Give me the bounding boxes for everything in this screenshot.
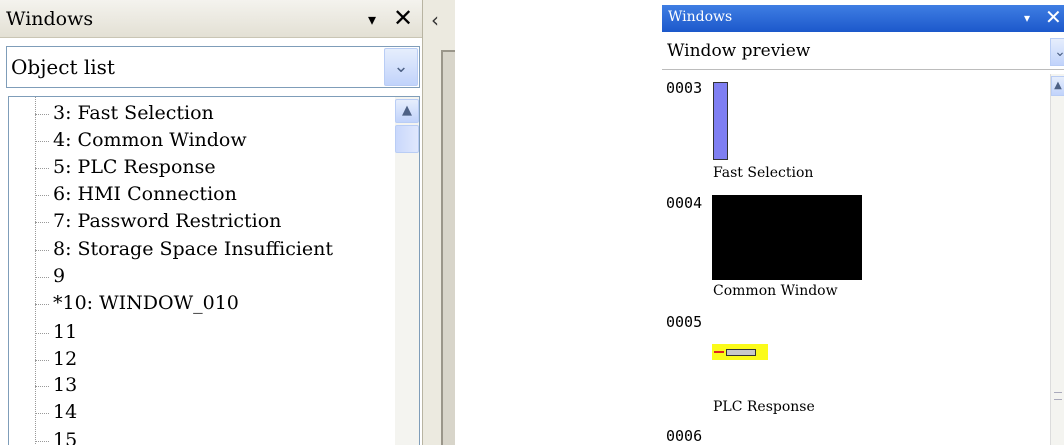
pin-icon[interactable]: ▾	[368, 10, 376, 29]
tree-connector	[35, 140, 49, 142]
pin-icon[interactable]: ▾	[1024, 11, 1030, 25]
preview-number: 0006	[666, 427, 703, 445]
preview-thumbnail[interactable]	[712, 195, 862, 280]
tree-connector	[35, 359, 49, 361]
tree-item-label: 4: Common Window	[53, 129, 247, 151]
tree-item-label: 7: Password Restriction	[53, 210, 282, 232]
tree-connector	[35, 276, 49, 278]
preview-label: PLC Response	[713, 399, 815, 415]
preview-thumbnail[interactable]	[713, 82, 728, 160]
tree-item-label: 5: PLC Response	[53, 156, 216, 178]
editor-edge: ‹	[422, 0, 455, 445]
tree-item-label: 6: HMI Connection	[53, 183, 237, 205]
view-mode-dropdown[interactable]: Object list ⌄	[6, 46, 420, 88]
close-icon[interactable]: ✕	[393, 4, 413, 32]
tree-connector	[35, 221, 49, 223]
tree-item-label: 14	[53, 401, 78, 423]
tree-item[interactable]: 4: Common Window	[35, 128, 247, 152]
scroll-up-icon[interactable]: ▲	[395, 99, 419, 123]
preview-number: 0005	[666, 313, 703, 331]
preview-label: Common Window	[713, 283, 838, 299]
vertical-scrollbar[interactable]: ▲	[395, 97, 419, 445]
tree-connector	[35, 440, 49, 442]
tree-item[interactable]: 8: Storage Space Insufficient	[35, 237, 333, 261]
preview-thumbnail[interactable]	[712, 344, 768, 360]
tree-item[interactable]: 15	[35, 428, 77, 445]
dropdown-value: Object list	[11, 55, 115, 79]
chevron-left-icon[interactable]: ‹	[431, 8, 439, 32]
view-mode-dropdown[interactable]: Window preview ⌄	[662, 34, 1064, 70]
preview-number: 0004	[666, 194, 703, 212]
preview-number: 0003	[666, 79, 703, 97]
panel-title-bar: Windows ▾ ✕	[662, 5, 1064, 32]
tree-item-label: 12	[53, 348, 78, 370]
tree-connector	[35, 113, 49, 115]
tree-item[interactable]: 13	[35, 373, 77, 397]
panel-title: Windows	[6, 8, 94, 30]
tree-connector	[35, 385, 49, 387]
window-preview-panel: Windows ▾ ✕ Window preview ⌄ 0003 Fast S…	[662, 0, 1064, 445]
chevron-down-icon[interactable]: ⌄	[384, 48, 418, 86]
scroll-grip[interactable]	[1054, 392, 1062, 400]
scroll-up-icon[interactable]: ▲	[1051, 76, 1064, 96]
vertical-scrollbar[interactable]: ▲	[1050, 74, 1064, 445]
tree-item-label: 3: Fast Selection	[53, 102, 214, 124]
object-list-panel: Windows ▾ ✕ ‹ Object list ⌄ 3: Fast Sele…	[0, 0, 455, 445]
thumbnail-box	[726, 349, 756, 356]
tree-item-label: 15	[53, 429, 78, 445]
window-tree: 3: Fast Selection 4: Common Window 5: PL…	[8, 96, 420, 445]
tree-item[interactable]: 12	[35, 347, 77, 371]
panel-title: Windows	[668, 9, 733, 25]
tree-item[interactable]: 6: HMI Connection	[35, 182, 237, 206]
tree-item[interactable]: 5: PLC Response	[35, 155, 216, 179]
tree-item-label: 13	[53, 374, 78, 396]
tree-item-label: 11	[53, 321, 78, 343]
tree-item[interactable]: *10: WINDOW_010	[35, 291, 239, 315]
panel-title-bar: Windows ▾ ✕	[0, 0, 422, 38]
tree-item-label: 9	[53, 265, 66, 287]
tree-connector	[35, 303, 49, 305]
dropdown-value: Window preview	[667, 41, 811, 61]
tree-item-label: *10: WINDOW_010	[53, 292, 239, 314]
chevron-down-icon[interactable]: ⌄	[1050, 38, 1064, 66]
preview-label: Fast Selection	[713, 165, 814, 181]
close-icon[interactable]: ✕	[1045, 5, 1062, 29]
scroll-thumb[interactable]	[395, 125, 419, 153]
tree-item[interactable]: 9	[35, 264, 65, 288]
tree-connector	[35, 249, 49, 251]
tree-connector	[35, 194, 49, 196]
tree-connector	[35, 412, 49, 414]
thumbnail-indicator	[714, 351, 724, 353]
tree-item[interactable]: 7: Password Restriction	[35, 209, 281, 233]
tree-item-label: 8: Storage Space Insufficient	[53, 238, 334, 260]
tree-item[interactable]: 11	[35, 320, 77, 344]
tree-item[interactable]: 3: Fast Selection	[35, 101, 214, 125]
tree-connector	[35, 332, 49, 334]
tree-connector	[35, 167, 49, 169]
editor-frame	[441, 50, 455, 445]
tree-item[interactable]: 14	[35, 400, 77, 424]
